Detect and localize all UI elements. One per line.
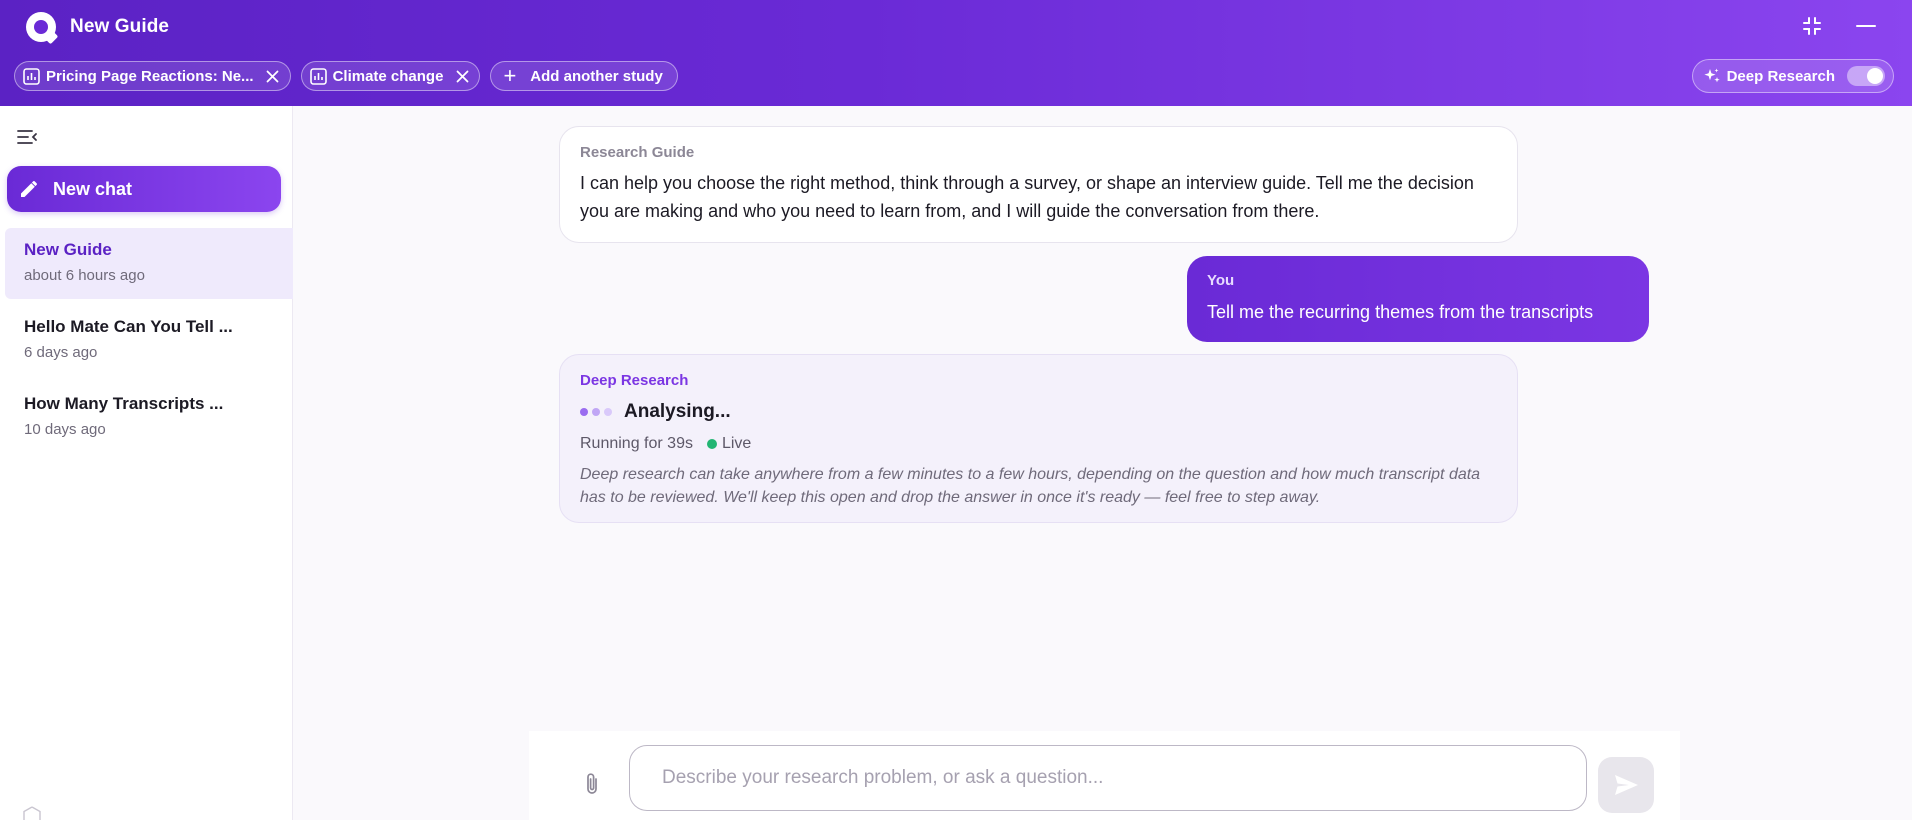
status-text: Analysing... (624, 401, 731, 422)
message-input[interactable] (629, 745, 1587, 811)
deep-research-label: Deep Research (1726, 67, 1835, 85)
chat-title: Hello Mate Can You Tell ... (24, 317, 233, 336)
live-dot-icon (706, 439, 717, 449)
chat-item[interactable]: Hello Mate Can You Tell ... 6 days ago (5, 305, 293, 376)
message-text: Tell me the recurring themes from the tr… (1207, 302, 1594, 322)
bar-chart-icon (23, 67, 40, 85)
sidebar: New chat New Guide about 6 hours ago Hel… (0, 106, 293, 820)
paperclip-icon[interactable] (581, 771, 603, 797)
chat-title: New Guide (24, 240, 112, 259)
bar-chart-icon (309, 67, 327, 85)
send-button[interactable] (1598, 757, 1654, 813)
loading-dots-icon (580, 408, 616, 416)
progress-status: Analysing... (580, 401, 1497, 423)
sparkle-icon (1703, 67, 1721, 85)
pencil-icon (19, 179, 39, 199)
assistant-message: Research Guide I can help you choose the… (559, 126, 1518, 243)
toggle-switch[interactable] (1847, 66, 1885, 86)
app-title: New Guide (70, 16, 170, 37)
brand: New Guide (26, 12, 170, 45)
chat-item[interactable]: New Guide about 6 hours ago (5, 228, 293, 299)
chat-title: How Many Transcripts ... (24, 394, 224, 413)
window-controls (1800, 14, 1878, 38)
live-label: Live (721, 435, 752, 452)
new-chat-button[interactable]: New chat (7, 166, 281, 212)
chat-time: 6 days ago (24, 344, 98, 361)
study-tab-label: Climate change (332, 67, 444, 85)
add-study-button[interactable]: + Add another study (490, 61, 678, 91)
send-icon (1612, 771, 1640, 799)
chat-time: 10 days ago (24, 421, 106, 438)
run-info: Running for 39s Live (580, 435, 1497, 453)
message-sender: Research Guide (580, 144, 695, 161)
live-badge: Live (706, 435, 752, 453)
message-sender: Deep Research (580, 372, 689, 389)
composer (529, 731, 1680, 820)
settings-icon[interactable] (22, 806, 42, 820)
collapse-window-icon[interactable] (1800, 14, 1824, 38)
plus-icon: + (503, 63, 517, 88)
deep-research-toggle[interactable]: Deep Research (1691, 59, 1894, 93)
running-time: Running for 39s (580, 435, 693, 452)
app-logo (26, 12, 59, 45)
study-tabs: Pricing Page Reactions: Ne... Climate ch… (14, 61, 678, 91)
close-icon[interactable] (453, 67, 471, 85)
study-tab-climate[interactable]: Climate change (300, 61, 481, 91)
chat-item[interactable]: How Many Transcripts ... 10 days ago (5, 382, 293, 453)
chat-time: about 6 hours ago (24, 267, 145, 284)
add-study-label: Add another study (530, 67, 663, 85)
user-message: You Tell me the recurring themes from th… (1187, 256, 1649, 342)
study-tab-pricing[interactable]: Pricing Page Reactions: Ne... (14, 61, 291, 91)
new-chat-label: New chat (53, 178, 133, 199)
app-header: New Guide Pricing Page Reactions: Ne... (0, 0, 1912, 106)
study-tab-label: Pricing Page Reactions: Ne... (46, 67, 254, 85)
message-text: I can help you choose the right method, … (580, 173, 1474, 221)
deep-research-message: Deep Research Analysing... Running for 3… (559, 354, 1518, 523)
chat-list: New Guide about 6 hours ago Hello Mate C… (5, 228, 293, 459)
collapse-sidebar-icon[interactable] (16, 126, 38, 148)
deep-research-note: Deep research can take anywhere from a f… (580, 466, 1481, 506)
close-icon[interactable] (264, 67, 282, 85)
minimize-icon[interactable] (1854, 14, 1878, 38)
message-sender: You (1207, 272, 1235, 289)
